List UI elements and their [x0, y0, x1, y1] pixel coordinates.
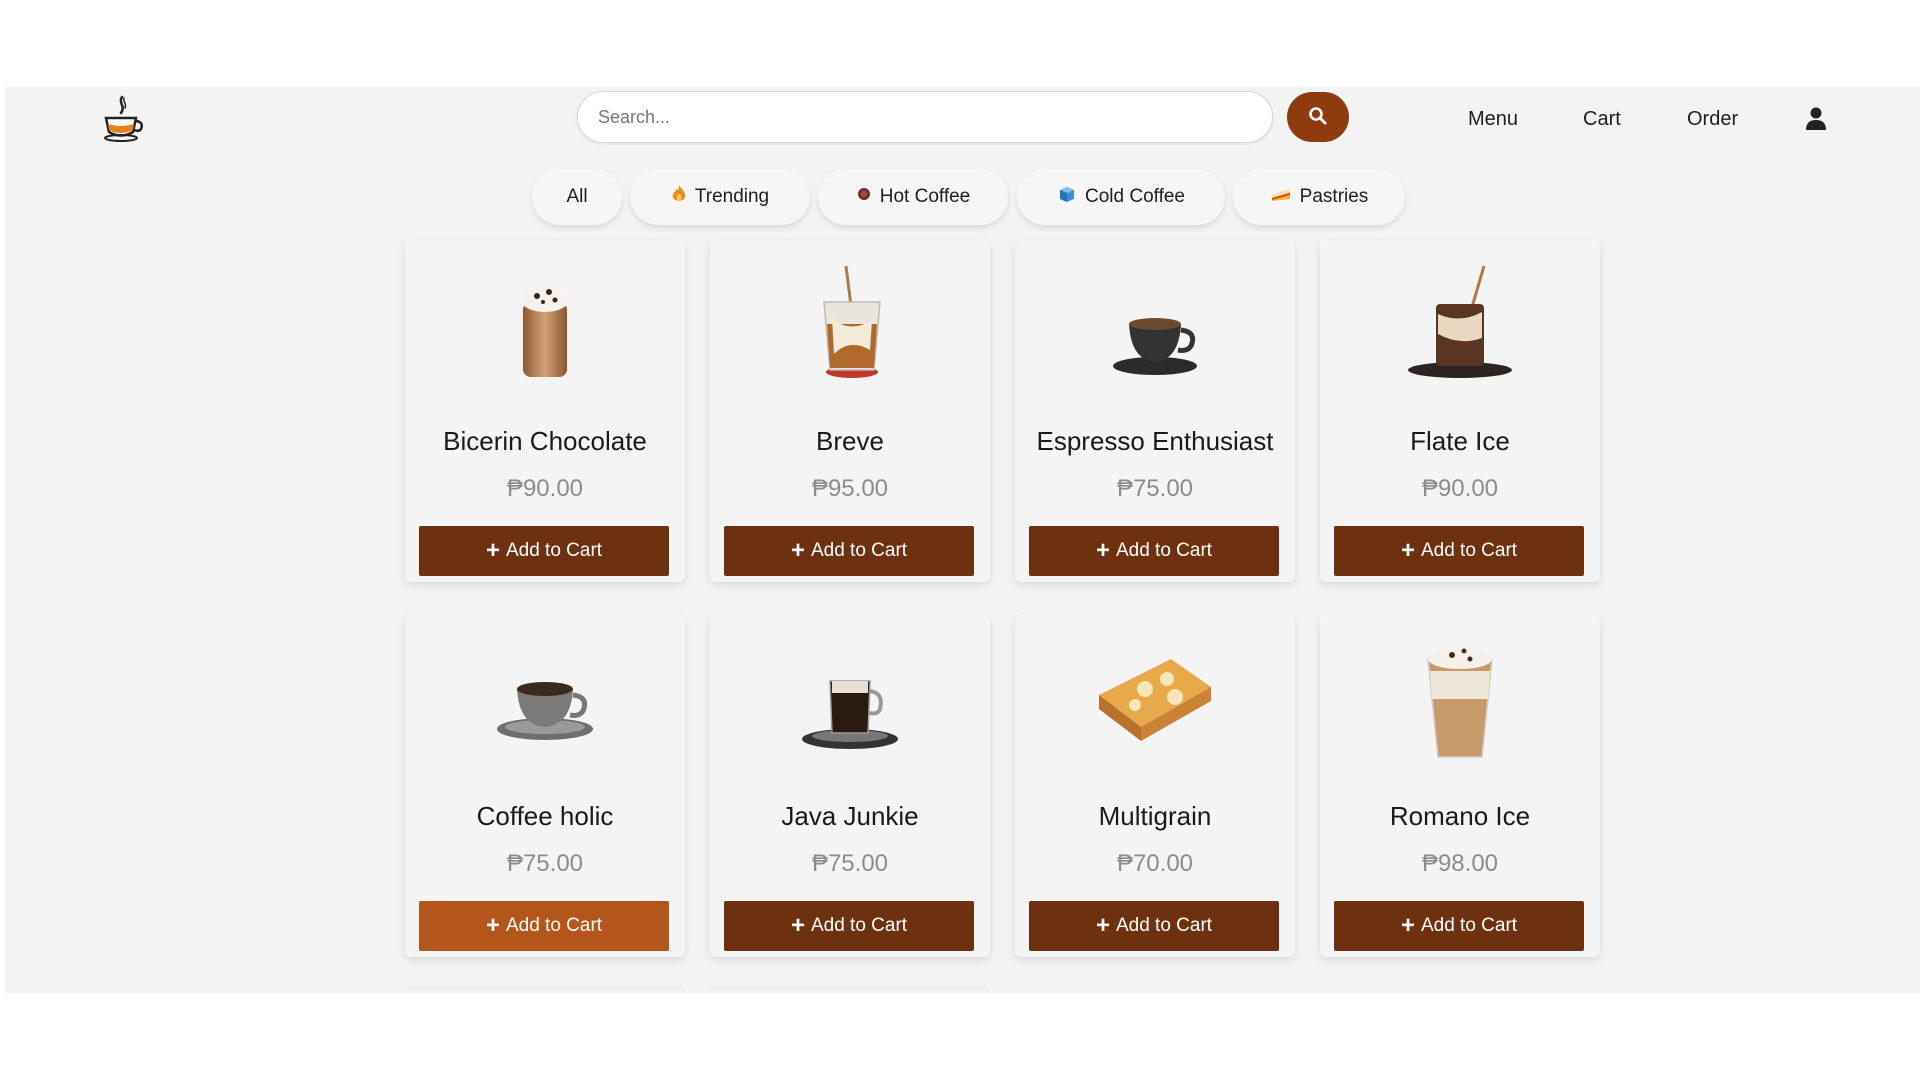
tab-label: Hot Coffee — [879, 186, 971, 207]
tab-cold-coffee[interactable]: Cold Coffee — [1017, 169, 1225, 225]
product-price: ₱75.00 — [1116, 475, 1194, 502]
plus-icon: + — [1095, 912, 1110, 939]
product-price: ₱75.00 — [506, 850, 584, 877]
nav-order-link[interactable]: Order — [1687, 108, 1738, 131]
plus-icon: + — [1400, 912, 1415, 939]
product-price: ₱75.00 — [811, 850, 889, 877]
add-to-cart-label: Add to Cart — [1115, 915, 1213, 936]
coffee-cup-icon — [475, 629, 615, 769]
product-price: ₱90.00 — [506, 475, 584, 502]
product-card-java-junkie: Java Junkie ₱75.00 + Add to Cart — [710, 615, 990, 957]
pastry-icon — [1085, 629, 1225, 769]
tab-label: Trending — [694, 186, 770, 207]
product-card-flate-ice: Flate Ice ₱90.00 + Add to Cart — [1320, 240, 1600, 582]
glass-coffee-icon — [780, 629, 920, 769]
add-to-cart-button[interactable]: + Add to Cart — [724, 526, 974, 576]
add-to-cart-label: Add to Cart — [1115, 540, 1213, 561]
add-to-cart-button[interactable]: + Add to Cart — [1334, 526, 1584, 576]
add-to-cart-label: Add to Cart — [1420, 915, 1518, 936]
plus-icon: + — [485, 537, 500, 564]
tab-label: Pastries — [1299, 186, 1369, 207]
hot-coffee-icon — [856, 185, 872, 209]
add-to-cart-label: Add to Cart — [1420, 540, 1518, 561]
product-card-breve: Breve ₱95.00 + Add to Cart — [710, 240, 990, 582]
product-name: Coffee holic — [476, 801, 614, 831]
product-name: Romano Ice — [1389, 801, 1531, 831]
espresso-cup-icon — [1085, 254, 1225, 394]
add-to-cart-button[interactable]: + Add to Cart — [724, 901, 974, 951]
plus-icon: + — [790, 912, 805, 939]
add-to-cart-button[interactable]: + Add to Cart — [1334, 901, 1584, 951]
product-price: ₱95.00 — [811, 475, 889, 502]
search-input[interactable] — [578, 92, 1272, 142]
product-name: Flate Ice — [1410, 426, 1510, 456]
product-card-partial — [405, 989, 685, 993]
tab-label: Cold Coffee — [1085, 186, 1185, 207]
search-bar — [577, 91, 1273, 143]
coffee-cup-logo-icon[interactable] — [98, 94, 150, 146]
tab-trending[interactable]: Trending — [630, 169, 810, 225]
plus-icon: + — [485, 912, 500, 939]
tab-all[interactable]: All — [532, 169, 622, 225]
add-to-cart-label: Add to Cart — [810, 915, 908, 936]
product-card-multigrain: Multigrain ₱70.00 + Add to Cart — [1015, 615, 1295, 957]
iced-latte-icon — [780, 254, 920, 394]
search-icon — [1308, 106, 1328, 129]
product-name: Java Junkie — [781, 801, 919, 831]
plus-icon: + — [790, 537, 805, 564]
plus-icon: + — [1095, 537, 1110, 564]
product-card-partial — [710, 989, 990, 993]
search-button[interactable] — [1287, 92, 1349, 142]
tab-label: All — [566, 186, 588, 207]
add-to-cart-button[interactable]: + Add to Cart — [419, 901, 669, 951]
add-to-cart-label: Add to Cart — [505, 915, 603, 936]
product-name: Bicerin Chocolate — [443, 426, 647, 456]
tab-pastries[interactable]: Pastries — [1233, 169, 1405, 225]
product-card-coffee-holic: Coffee holic ₱75.00 + Add to Cart — [405, 615, 685, 957]
add-to-cart-button[interactable]: + Add to Cart — [1029, 901, 1279, 951]
product-name: Espresso Enthusiast — [1036, 426, 1274, 456]
add-to-cart-label: Add to Cart — [505, 540, 603, 561]
nav-cart-link[interactable]: Cart — [1583, 108, 1621, 131]
product-price: ₱98.00 — [1421, 850, 1499, 877]
add-to-cart-button[interactable]: + Add to Cart — [419, 526, 669, 576]
product-card-bicerin-chocolate: Bicerin Chocolate ₱90.00 + Add to Cart — [405, 240, 685, 582]
add-to-cart-label: Add to Cart — [810, 540, 908, 561]
iced-cappuccino-icon — [1390, 629, 1530, 769]
tab-hot-coffee[interactable]: Hot Coffee — [818, 169, 1008, 225]
nav-menu-link[interactable]: Menu — [1468, 108, 1518, 131]
cake-icon — [1270, 185, 1292, 209]
frappe-icon — [475, 254, 615, 394]
product-name: Breve — [816, 426, 884, 456]
product-name: Multigrain — [1098, 801, 1212, 831]
product-price: ₱70.00 — [1116, 850, 1194, 877]
iced-coffee-icon — [1390, 254, 1530, 394]
ice-cube-icon — [1057, 185, 1077, 209]
app-window: Menu Cart Order All Trending Hot Coffee — [5, 87, 1920, 993]
user-icon[interactable] — [1804, 106, 1828, 132]
product-price: ₱90.00 — [1421, 475, 1499, 502]
plus-icon: + — [1400, 537, 1415, 564]
fire-icon — [671, 184, 687, 210]
product-card-romano-ice: Romano Ice ₱98.00 + Add to Cart — [1320, 615, 1600, 957]
add-to-cart-button[interactable]: + Add to Cart — [1029, 526, 1279, 576]
product-card-espresso-enthusiast: Espresso Enthusiast ₱75.00 + Add to Cart — [1015, 240, 1295, 582]
